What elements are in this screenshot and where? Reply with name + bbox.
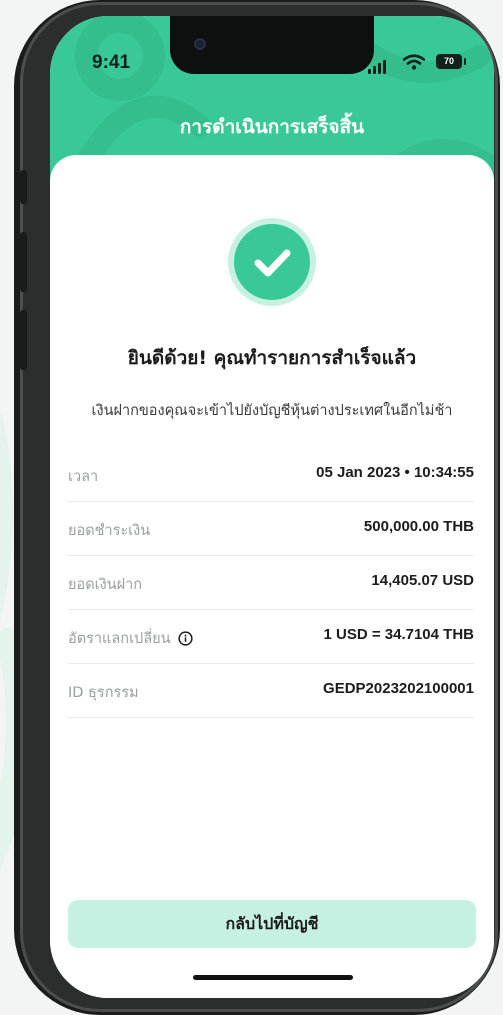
detail-label-wrap: อัตราแลกเปลี่ยน (68, 627, 193, 650)
detail-value: 14,405.07 USD (371, 572, 474, 589)
detail-value: GEDP2023202100001 (323, 680, 474, 697)
detail-row-transaction-id: ID ธุรกรรม GEDP2023202100001 (68, 664, 474, 718)
detail-row-exchange-rate: อัตราแลกเปลี่ยน 1 USD = 34.7104 THB (68, 610, 474, 664)
wifi-icon (403, 54, 425, 70)
back-to-account-button[interactable]: กลับไปที่บัญชี (68, 900, 476, 948)
detail-label: ID ธุรกรรม (68, 685, 139, 701)
detail-row-payment-amount: ยอดชำระเงิน 500,000.00 THB (68, 502, 474, 556)
detail-value: 500,000.00 THB (363, 518, 474, 535)
detail-value: 05 Jan 2023 • 10:34:55 (316, 464, 474, 481)
detail-label: ยอดชำระเงิน (68, 523, 151, 539)
detail-row-time: เวลา 05 Jan 2023 • 10:34:55 (68, 448, 474, 502)
success-title: ยินดีด้วย! คุณทำรายการสำเร็จแล้ว (127, 347, 417, 369)
battery-tip (464, 58, 466, 65)
detail-label: อัตราแลกเปลี่ยน (68, 631, 171, 647)
page-title: การดำเนินการเสร็จสิ้น (179, 116, 365, 138)
check-circle-icon (234, 224, 310, 300)
detail-row-deposit-amount: ยอดเงินฝาก 14,405.07 USD (68, 556, 474, 610)
info-icon[interactable] (177, 631, 193, 646)
status-time: 9:41 (92, 52, 131, 73)
camera-icon (194, 38, 206, 50)
battery-icon: 70 (436, 54, 462, 69)
transaction-details: เวลา 05 Jan 2023 • 10:34:55 ยอดชำระเงิน … (68, 448, 474, 718)
phone-volume-up-button (20, 232, 27, 292)
status-icons: 70 (368, 54, 478, 74)
success-badge (228, 218, 316, 306)
detail-label: ยอดเงินฝาก (68, 577, 142, 593)
phone-screen: 9:41 70 การดำเนินการเสร็จสิ้น ยินดีด้วย!… (50, 16, 494, 998)
phone-side-button (20, 170, 27, 204)
detail-value: 1 USD = 34.7104 THB (323, 626, 475, 643)
phone-volume-down-button (20, 310, 27, 370)
success-subtitle: เงินฝากของคุณจะเข้าไปยังบัญชีหุ้นต่างประ… (91, 403, 453, 419)
home-indicator[interactable] (193, 975, 353, 980)
content-card: ยินดีด้วย! คุณทำรายการสำเร็จแล้ว เงินฝาก… (50, 155, 494, 998)
detail-label: เวลา (68, 469, 99, 485)
